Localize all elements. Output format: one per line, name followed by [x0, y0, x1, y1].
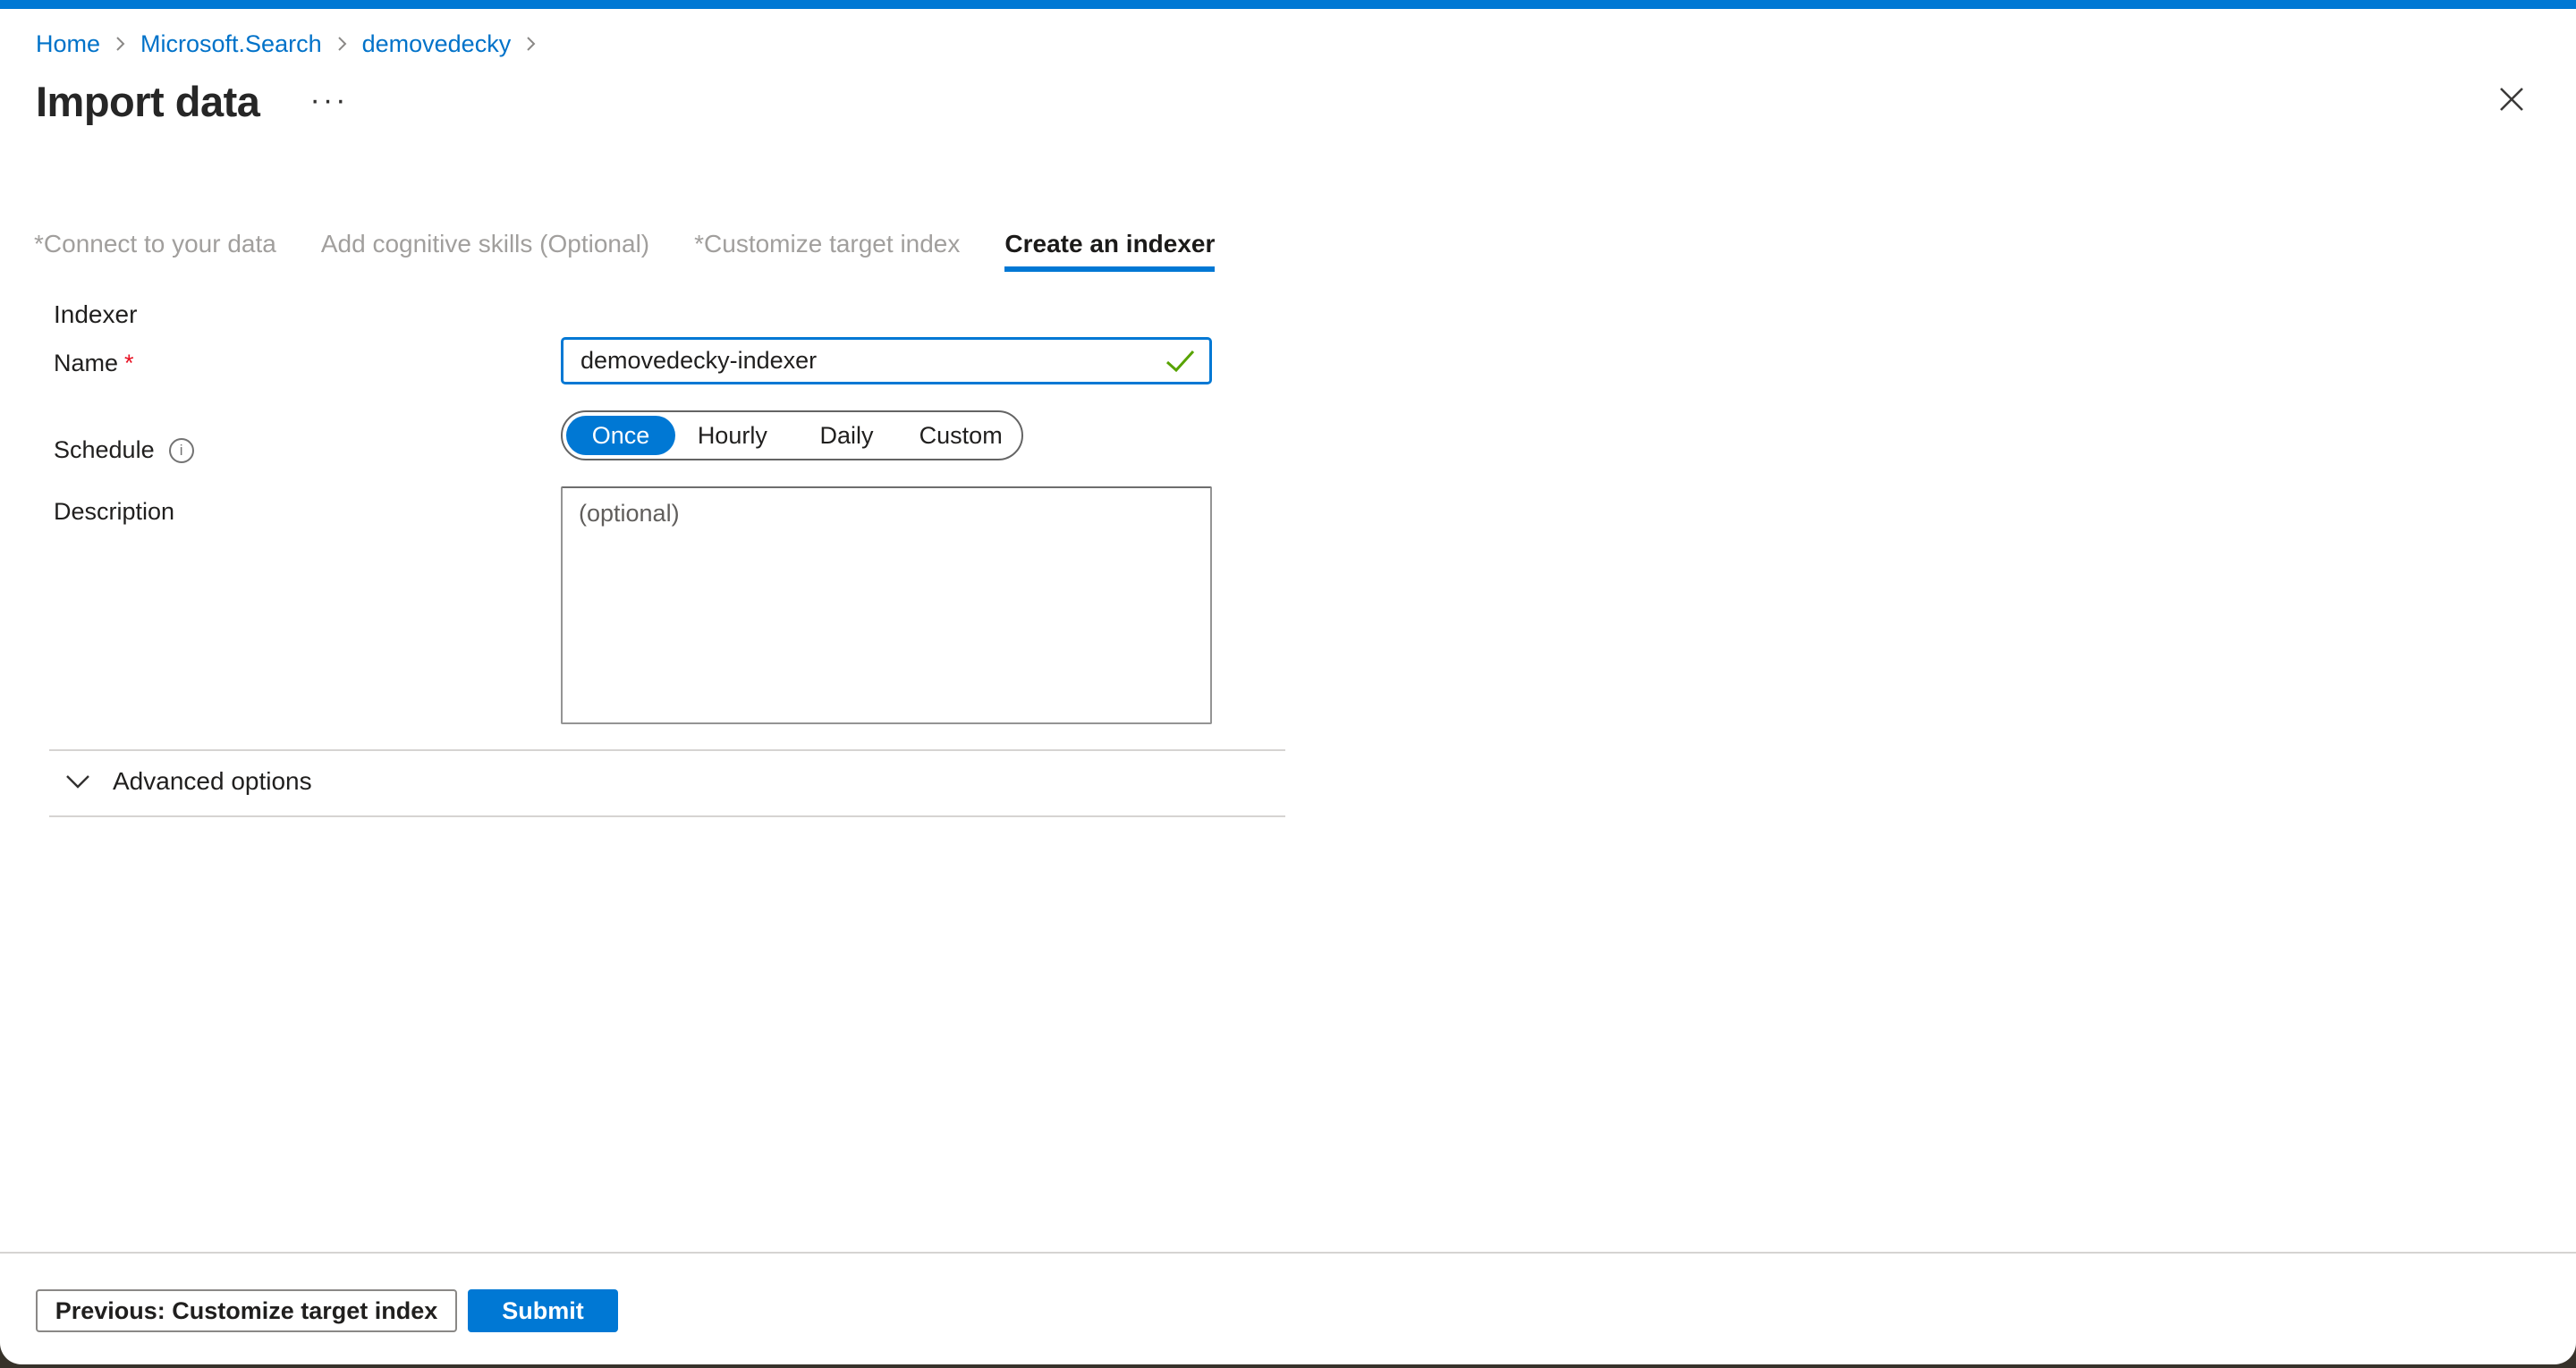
advanced-options-label: Advanced options	[113, 767, 312, 796]
breadcrumb-link-home[interactable]: Home	[36, 30, 100, 58]
schedule-segmented-control: Once Hourly Daily Custom	[561, 410, 1023, 460]
ellipsis-icon: ···	[310, 83, 349, 117]
description-textarea[interactable]	[561, 486, 1212, 724]
chevron-right-icon	[337, 35, 347, 53]
schedule-option-once[interactable]: Once	[566, 416, 675, 455]
chevron-right-icon	[115, 35, 125, 53]
advanced-options-toggle[interactable]: Advanced options	[64, 767, 312, 796]
divider	[49, 815, 1285, 817]
tab-connect-to-your-data[interactable]: *Connect to your data	[34, 229, 276, 272]
indexer-name-input[interactable]	[561, 337, 1212, 384]
schedule-option-custom[interactable]: Custom	[903, 416, 1018, 455]
divider	[49, 749, 1285, 751]
tab-create-an-indexer[interactable]: Create an indexer	[1004, 229, 1215, 272]
previous-step-button[interactable]: Previous: Customize target index	[36, 1289, 457, 1332]
close-button[interactable]	[2492, 80, 2531, 120]
validation-check-icon	[1165, 350, 1196, 377]
tab-customize-target-index[interactable]: *Customize target index	[694, 229, 960, 272]
submit-button[interactable]: Submit	[468, 1289, 618, 1332]
more-options-button[interactable]: ···	[302, 79, 356, 122]
breadcrumb: Home Microsoft.Search demovedecky	[36, 30, 551, 58]
required-asterisk: *	[124, 350, 134, 376]
page-title: Import data	[36, 77, 259, 126]
indexer-section-heading: Indexer	[54, 300, 137, 329]
chevron-right-icon	[526, 35, 536, 53]
footer-divider	[0, 1252, 2576, 1254]
info-icon[interactable]: i	[169, 438, 194, 463]
schedule-option-daily[interactable]: Daily	[790, 416, 904, 455]
breadcrumb-link-microsoft-search[interactable]: Microsoft.Search	[140, 30, 322, 58]
chevron-down-icon	[64, 767, 91, 796]
schedule-label: Schedule i	[54, 436, 194, 464]
breadcrumb-link-demovedecky[interactable]: demovedecky	[362, 30, 512, 58]
name-label: Name*	[54, 350, 134, 377]
name-field-wrapper	[561, 337, 1212, 384]
wizard-tabs: *Connect to your data Add cognitive skil…	[34, 229, 1215, 272]
tab-add-cognitive-skills[interactable]: Add cognitive skills (Optional)	[321, 229, 649, 272]
import-data-panel: Home Microsoft.Search demovedecky Import…	[0, 0, 2576, 1364]
close-icon	[2495, 82, 2529, 119]
schedule-option-hourly[interactable]: Hourly	[675, 416, 790, 455]
description-label: Description	[54, 498, 174, 526]
portal-top-accent-bar	[0, 0, 2576, 9]
